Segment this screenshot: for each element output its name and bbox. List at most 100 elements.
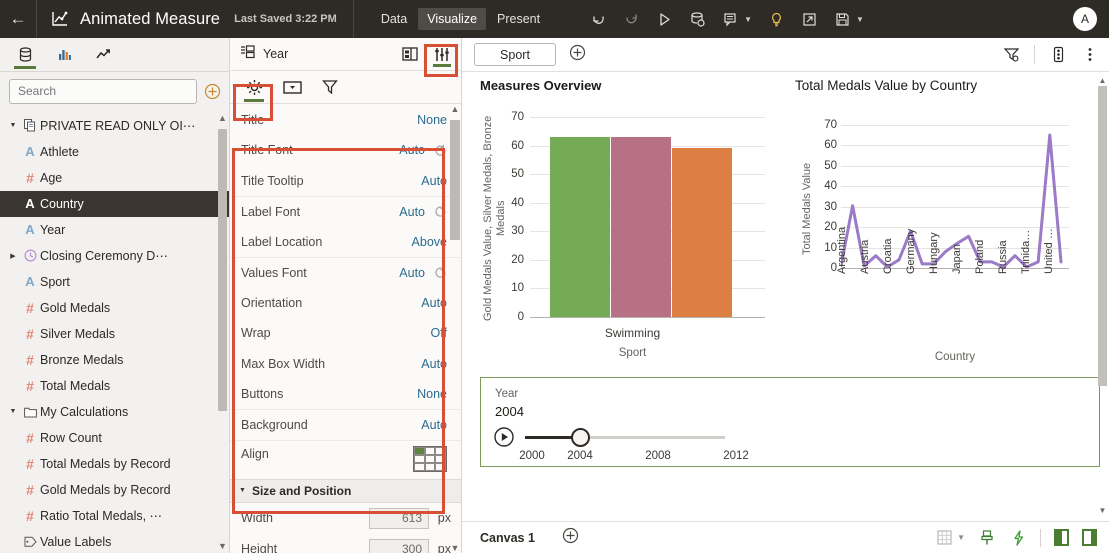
- add-filter-icon[interactable]: [569, 44, 586, 66]
- property-orientation[interactable]: Orientation Auto: [230, 287, 461, 318]
- property-value[interactable]: Auto: [399, 143, 425, 157]
- align-cell-bottom-center[interactable]: [424, 463, 436, 472]
- property-value[interactable]: Above: [412, 235, 447, 249]
- data-tree-scrollbar[interactable]: ▲ ▼: [218, 113, 227, 551]
- property-value[interactable]: Off: [431, 326, 447, 340]
- save-icon[interactable]: [833, 10, 851, 28]
- property-value[interactable]: None: [417, 387, 447, 401]
- chevron-down-icon[interactable]: [6, 408, 20, 415]
- property-buttons[interactable]: Buttons None: [230, 379, 461, 410]
- align-cell-top-left[interactable]: [414, 447, 425, 456]
- back-button[interactable]: ←: [0, 0, 36, 38]
- database-refresh-icon[interactable]: [688, 10, 706, 28]
- tree-item-value-labels[interactable]: Value Labels: [0, 529, 229, 553]
- chevron-down-icon[interactable]: ▼: [239, 487, 246, 494]
- grid-layout-icon[interactable]: [935, 529, 953, 547]
- analytics-trend-icon[interactable]: [92, 40, 114, 68]
- chart-total-medals-by-country[interactable]: Total Medals Value by Country Total Meda…: [795, 78, 1099, 374]
- tree-item-athlete[interactable]: A Athlete: [0, 139, 229, 165]
- right-panel-toggle-icon[interactable]: [1082, 529, 1097, 546]
- tree-item-total-medals-by-record[interactable]: # Total Medals by Record: [0, 451, 229, 477]
- chevron-right-icon[interactable]: [6, 252, 20, 260]
- align-cell-middle-left[interactable]: [414, 455, 425, 464]
- tree-item-age[interactable]: # Age: [0, 165, 229, 191]
- property-title-tooltip[interactable]: Title Tooltip Auto: [230, 165, 461, 196]
- scroll-up-icon[interactable]: ▲: [450, 104, 460, 114]
- box-dropdown-icon[interactable]: [280, 72, 304, 102]
- data-actions-icon[interactable]: [1049, 46, 1067, 64]
- slider-thumb[interactable]: [571, 428, 590, 447]
- property-align[interactable]: Align: [230, 439, 461, 473]
- scrollbar-thumb[interactable]: [218, 128, 227, 411]
- scrollbar-thumb[interactable]: [450, 120, 460, 241]
- align-cell-top-right[interactable]: [435, 447, 446, 456]
- add-circle-icon[interactable]: [204, 83, 221, 100]
- tree-item-gold-medals[interactable]: # Gold Medals: [0, 295, 229, 321]
- tab-data[interactable]: Data: [372, 8, 416, 30]
- property-title[interactable]: Title None: [230, 104, 461, 135]
- tree-item-gold-medals-by-record[interactable]: # Gold Medals by Record: [0, 477, 229, 503]
- align-grid-control[interactable]: [413, 446, 447, 473]
- visualizations-icon[interactable]: [53, 40, 75, 68]
- layout-panel-icon[interactable]: [399, 39, 421, 69]
- search-input[interactable]: [9, 78, 197, 104]
- insight-bulb-icon[interactable]: [767, 10, 785, 28]
- data-source-icon[interactable]: [14, 40, 36, 70]
- paint-brush-icon[interactable]: [978, 529, 996, 547]
- bar-silver-medals[interactable]: [611, 137, 671, 317]
- align-cell-bottom-right[interactable]: [435, 463, 446, 472]
- property-label-location[interactable]: Label Location Above: [230, 226, 461, 257]
- scroll-down-icon[interactable]: ▼: [218, 541, 227, 551]
- height-input[interactable]: [369, 538, 429, 553]
- chart-measures-overview[interactable]: Measures Overview Gold Medals Value, Sil…: [480, 78, 789, 374]
- avatar[interactable]: A: [1073, 7, 1097, 31]
- section-size-and-position[interactable]: ▼ Size and Position: [230, 478, 461, 503]
- tree-item-country[interactable]: A Country: [0, 190, 229, 217]
- align-cell-top-center[interactable]: [424, 447, 436, 456]
- reset-icon[interactable]: [434, 266, 447, 279]
- property-value[interactable]: Auto: [421, 296, 447, 310]
- property-value[interactable]: Auto: [421, 174, 447, 188]
- property-value[interactable]: Auto: [399, 205, 425, 219]
- canvas-tab[interactable]: Canvas 1: [478, 524, 537, 552]
- year-slider-card[interactable]: Year 2004 2000 2004 2008 2012: [480, 377, 1100, 467]
- scroll-down-icon[interactable]: ▼: [1098, 506, 1107, 515]
- align-cell-bottom-left[interactable]: [414, 463, 425, 472]
- scroll-up-icon[interactable]: ▲: [218, 113, 227, 123]
- tree-item-year[interactable]: A Year: [0, 217, 229, 243]
- filter-clear-icon[interactable]: [1002, 46, 1020, 64]
- more-menu-icon[interactable]: [1081, 46, 1099, 64]
- bar-gold-medals-value[interactable]: [550, 137, 610, 317]
- export-icon[interactable]: [800, 10, 818, 28]
- scroll-up-icon[interactable]: ▲: [1098, 76, 1107, 85]
- play-circle-icon[interactable]: [494, 427, 514, 447]
- tab-present[interactable]: Present: [488, 8, 549, 30]
- tree-item-closing-ceremony-date[interactable]: Closing Ceremony D⋯: [0, 243, 229, 269]
- property-label-font[interactable]: Label Font Auto: [230, 195, 461, 227]
- filter-funnel-icon[interactable]: [318, 72, 342, 102]
- chevron-down-icon[interactable]: ▼: [744, 15, 752, 24]
- left-panel-toggle-icon[interactable]: [1054, 529, 1069, 546]
- tree-item-bronze-medals[interactable]: # Bronze Medals: [0, 347, 229, 373]
- lightning-icon[interactable]: [1009, 529, 1027, 547]
- bar-bronze-medals[interactable]: [672, 148, 732, 317]
- general-gear-icon[interactable]: [242, 72, 266, 103]
- filter-chip-sport[interactable]: Sport: [474, 43, 556, 66]
- redo-icon[interactable]: [622, 10, 640, 28]
- property-value[interactable]: Auto: [399, 266, 425, 280]
- tree-item-total-medals[interactable]: # Total Medals: [0, 373, 229, 399]
- tree-item-dataset[interactable]: PRIVATE READ ONLY OI⋯: [0, 113, 229, 139]
- play-icon[interactable]: [655, 10, 673, 28]
- chevron-down-icon[interactable]: ▼: [957, 533, 965, 542]
- tree-item-silver-medals[interactable]: # Silver Medals: [0, 321, 229, 347]
- align-cell-middle-right[interactable]: [435, 455, 446, 464]
- chevron-down-icon[interactable]: ▼: [856, 15, 864, 24]
- property-value[interactable]: Auto: [421, 418, 447, 432]
- scrollbar-thumb[interactable]: [1098, 86, 1107, 386]
- add-canvas-icon[interactable]: [562, 527, 579, 549]
- property-values-font[interactable]: Values Font Auto: [230, 256, 461, 288]
- reset-icon[interactable]: [434, 205, 447, 218]
- undo-icon[interactable]: [589, 10, 607, 28]
- align-cell-middle-center[interactable]: [424, 455, 436, 464]
- property-value[interactable]: None: [417, 113, 447, 127]
